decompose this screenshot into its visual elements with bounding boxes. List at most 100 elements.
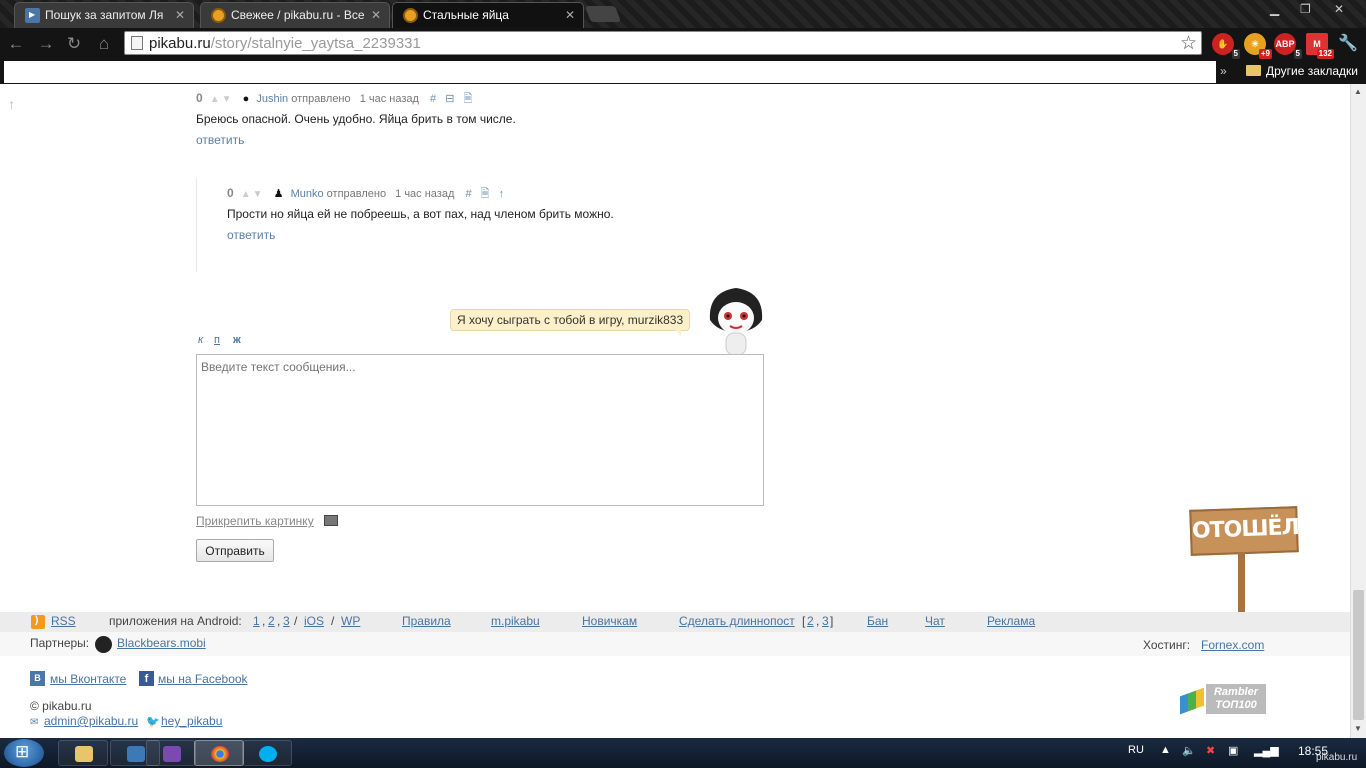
vote-up-icon[interactable]: ▲ — [210, 94, 220, 105]
volume-icon[interactable]: 🔈 — [1182, 744, 1196, 757]
sign-text: ОТОШЁЛ — [1189, 506, 1299, 556]
partner-link[interactable]: Blackbears.mobi — [117, 636, 206, 650]
rss-icon[interactable] — [31, 615, 45, 629]
other-bookmarks[interactable]: Другие закладки — [1246, 64, 1358, 78]
adblock-icon[interactable]: ✋ 5 — [1212, 33, 1240, 59]
comment-author[interactable]: Jushin — [256, 93, 288, 105]
comment-score: 0 — [227, 186, 234, 200]
newbies-link[interactable]: Новичкам — [582, 614, 637, 628]
vk-link[interactable]: мы Вконтакте — [50, 672, 126, 686]
android-link-3[interactable]: 3 — [283, 614, 290, 628]
underline-button[interactable]: п — [214, 334, 220, 346]
parent-link-icon[interactable]: ↑ — [499, 188, 505, 200]
comment-text: Бреюсь опасной. Очень удобно. Яйца брить… — [196, 112, 516, 126]
signal-icon[interactable]: ▂▄▆ — [1254, 744, 1279, 757]
vk-icon[interactable]: В — [30, 671, 45, 686]
scroll-down-icon[interactable]: ▼ — [1354, 724, 1362, 733]
folder-icon — [75, 746, 93, 762]
tab-pikabu-fresh[interactable]: Свежее / pikabu.ru - Все ✕ — [200, 2, 390, 28]
longpost-link-2[interactable]: 2 — [807, 614, 814, 628]
collapse-icon[interactable]: ⊟ — [445, 93, 454, 105]
maximize-icon[interactable]: ❐ — [1300, 2, 1311, 16]
ios-link[interactable]: iOS — [304, 614, 324, 628]
comment-textarea[interactable] — [196, 354, 764, 506]
close-icon[interactable]: ✕ — [565, 8, 575, 22]
separator: , — [816, 614, 820, 628]
longpost-link-3[interactable]: 3 — [822, 614, 829, 628]
reply-link[interactable]: ответить — [227, 228, 275, 242]
bookmarks-chevron[interactable]: » — [1220, 64, 1227, 78]
italic-button[interactable]: к — [198, 334, 203, 346]
taskbar-explorer[interactable] — [58, 740, 108, 766]
vertical-scrollbar[interactable]: ▲ ▼ — [1350, 84, 1366, 738]
separator: / — [331, 614, 335, 628]
rambler-logo-icon — [1180, 687, 1204, 715]
vote-down-icon[interactable]: ▼ — [222, 94, 232, 105]
ads-link[interactable]: Реклама — [987, 614, 1035, 628]
longpost-link[interactable]: Сделать длиннопост — [679, 614, 795, 628]
close-window-icon[interactable]: ✕ — [1334, 2, 1344, 16]
rules-link[interactable]: Правила — [402, 614, 451, 628]
bookmark-star-icon[interactable]: ☆ — [1180, 32, 1197, 55]
reload-icon[interactable]: ↻ — [64, 34, 84, 54]
vote-up-icon[interactable]: ▲ — [241, 189, 251, 200]
scroll-up-icon[interactable]: ▲ — [1354, 87, 1362, 96]
rss-link[interactable]: RSS — [51, 614, 76, 628]
pikabu-icon — [211, 8, 226, 23]
tab-steel-eggs[interactable]: Стальные яйца ✕ — [392, 2, 584, 28]
android-link-1[interactable]: 1 — [253, 614, 260, 628]
tab-vk-search[interactable]: Пошук за запитом Ля ✕ — [14, 2, 194, 28]
taskbar-skype[interactable] — [242, 740, 292, 766]
save-icon[interactable]: 🗎 — [481, 188, 490, 200]
network-error-icon[interactable]: ✖ — [1206, 744, 1215, 757]
weather-icon[interactable]: ☀ +9 — [1244, 33, 1272, 59]
wp-link[interactable]: WP — [341, 614, 360, 628]
comment-author[interactable]: Munko — [291, 188, 324, 200]
permalink-icon[interactable]: # — [465, 188, 471, 200]
mascot-speech-bubble: Я хочу сыграть с тобой в игру, murzik833 — [450, 309, 691, 336]
submit-button[interactable]: Отправить — [196, 539, 274, 562]
device-icon[interactable]: ▣ — [1228, 744, 1238, 757]
facebook-icon[interactable]: f — [139, 671, 154, 686]
address-bar[interactable]: pikabu.ru/story/stalnyie_yaytsa_2239331 … — [124, 31, 1202, 55]
hosting-link[interactable]: Fornex.com — [1201, 638, 1264, 652]
partners-label: Партнеры: — [30, 636, 90, 650]
vote-down-icon[interactable]: ▼ — [253, 189, 263, 200]
chat-link[interactable]: Чат — [925, 614, 945, 628]
new-tab-button[interactable] — [585, 6, 621, 22]
separator: , — [262, 614, 266, 628]
reply-link[interactable]: ответить — [196, 133, 244, 147]
android-link-2[interactable]: 2 — [268, 614, 275, 628]
minimize-icon[interactable]: ▁ — [1270, 2, 1279, 16]
forward-icon[interactable]: → — [36, 34, 56, 54]
home-icon[interactable]: ⌂ — [94, 34, 114, 54]
wrench-icon[interactable]: 🔧 — [1338, 33, 1358, 53]
scrollbar-thumb[interactable] — [1353, 590, 1364, 720]
scroll-up-arrow-icon[interactable]: ↑ — [8, 96, 15, 112]
image-icon[interactable] — [324, 515, 338, 526]
save-icon[interactable]: 🗎 — [463, 93, 472, 105]
mobile-link[interactable]: m.pikabu — [491, 614, 540, 628]
copyright: © pikabu.ru — [30, 699, 92, 713]
permalink-icon[interactable]: # — [430, 93, 436, 105]
language-indicator[interactable]: RU — [1128, 744, 1144, 756]
thread-line — [196, 178, 197, 272]
twitter-icon: 🐦 — [146, 716, 160, 728]
gmail-icon[interactable]: M 132 — [1306, 33, 1334, 59]
facebook-link[interactable]: мы на Facebook — [158, 672, 248, 686]
back-icon[interactable]: ← — [6, 34, 26, 54]
bold-button[interactable]: ж — [233, 334, 241, 346]
tray-arrow-icon[interactable]: ▲ — [1160, 744, 1171, 756]
email-link[interactable]: admin@pikabu.ru — [44, 714, 138, 728]
attach-image-link[interactable]: Прикрепить картинку — [196, 514, 314, 528]
taskbar-vs[interactable] — [146, 740, 196, 766]
twitter-link[interactable]: hey_pikabu — [161, 714, 222, 728]
ban-link[interactable]: Бан — [867, 614, 888, 628]
rambler-top100-badge[interactable]: Rambler ТОП100 — [1180, 684, 1266, 715]
close-icon[interactable]: ✕ — [371, 8, 381, 22]
start-button[interactable] — [4, 739, 44, 767]
taskbar-chrome[interactable] — [194, 740, 244, 766]
user-gender-icon: ♟ — [273, 188, 284, 200]
close-icon[interactable]: ✕ — [175, 8, 185, 22]
abp-icon[interactable]: ABP 5 — [1274, 33, 1302, 59]
